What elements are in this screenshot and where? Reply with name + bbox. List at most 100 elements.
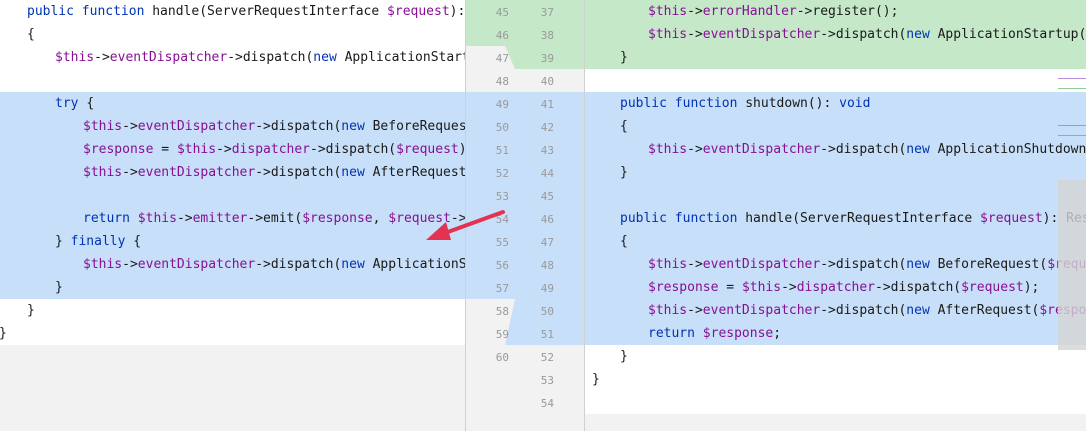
- code-line[interactable]: [584, 184, 1086, 207]
- code-line[interactable]: $this->eventDispatcher->dispatch(new App…: [584, 138, 1086, 161]
- line-number: 37: [540, 6, 554, 19]
- code-line[interactable]: }: [0, 299, 465, 322]
- code-line[interactable]: {: [584, 115, 1086, 138]
- code-token: ->dispatch(: [227, 50, 314, 65]
- code-line[interactable]: {: [584, 230, 1086, 253]
- code-token: ->: [687, 4, 703, 19]
- code-token: ):: [449, 4, 465, 19]
- line-number: 54: [495, 213, 509, 226]
- line-number: 54: [540, 397, 554, 410]
- code-line[interactable]: $this->eventDispatcher->dispatch(new Aft…: [0, 161, 465, 184]
- line-number: 58: [495, 305, 509, 318]
- code-line[interactable]: $response = $this->dispatcher->dispatch(…: [584, 276, 1086, 299]
- code-line[interactable]: }: [0, 322, 465, 345]
- code-line[interactable]: return $response;: [584, 322, 1086, 345]
- code-line[interactable]: $this->eventDispatcher->dispatch(new App…: [0, 253, 465, 276]
- code-line[interactable]: try {: [0, 92, 465, 115]
- code-token: $this: [648, 257, 688, 272]
- code-token: }: [620, 165, 628, 180]
- code-line[interactable]: $this->eventDispatcher->dispatch(new App…: [584, 23, 1086, 46]
- code-token: $this: [648, 303, 688, 318]
- code-token: eventDispatcher: [702, 257, 821, 272]
- scrollbar-thumb[interactable]: [1058, 180, 1086, 350]
- line-number: 41: [540, 98, 554, 111]
- code-token: return: [83, 211, 138, 226]
- code-text: $this->eventDispatcher->dispatch(new Aft…: [648, 299, 1086, 322]
- line-number: 52: [495, 167, 509, 180]
- code-token: ApplicationStartup()): [344, 50, 465, 65]
- code-line[interactable]: [0, 184, 465, 207]
- code-line[interactable]: }: [584, 46, 1086, 69]
- code-line[interactable]: public function shutdown(): void: [584, 92, 1086, 115]
- code-token: }: [620, 349, 628, 364]
- code-token: ->: [216, 142, 232, 157]
- line-number: 60: [495, 351, 509, 364]
- code-line[interactable]: }: [584, 161, 1086, 184]
- left-editor-pane[interactable]: }}} $this->eventDispatcher->dispatch(new …: [0, 0, 465, 431]
- code-line[interactable]: public function handle(ServerRequestInte…: [584, 207, 1086, 230]
- code-token: ->: [122, 257, 138, 272]
- code-line[interactable]: {: [0, 23, 465, 46]
- code-text: }: [592, 368, 600, 391]
- code-line[interactable]: [584, 69, 1086, 92]
- code-line[interactable]: }: [0, 276, 465, 299]
- code-token: emitter: [192, 211, 248, 226]
- code-line[interactable]: $this->eventDispatcher->dispatch(new Bef…: [0, 115, 465, 138]
- code-token: $this: [176, 142, 217, 157]
- code-line[interactable]: $response = $this->dispatcher->dispatch(…: [0, 138, 465, 161]
- code-line[interactable]: $this->eventDispatcher->dispatch(new Aft…: [584, 299, 1086, 322]
- scroll-marker: [1058, 88, 1086, 89]
- code-token: eventDispatcher: [109, 50, 228, 65]
- code-token: dispatcher: [231, 142, 311, 157]
- code-text: $this->eventDispatcher->dispatch(new Bef…: [83, 115, 465, 138]
- code-token: ->: [94, 50, 110, 65]
- code-token: BeforeRequest(: [372, 119, 465, 134]
- pane-divider[interactable]: [465, 0, 466, 431]
- line-number: 51: [540, 328, 554, 341]
- code-line[interactable]: $this->eventDispatcher->dispatch(new App…: [0, 46, 465, 69]
- diff-gutter: 45 46 47 48 49 50 51 52 53 54 55 56 57 58 59 60 37 38 39 40…: [465, 0, 584, 431]
- right-editor-pane[interactable]: }} return $response; $this->eventDispatche…: [584, 0, 1086, 431]
- code-token: finally: [70, 234, 134, 249]
- code-text: {: [27, 23, 35, 46]
- code-token: ->getMe: [450, 211, 465, 226]
- code-text: $this->eventDispatcher->dispatch(new App…: [648, 23, 1086, 46]
- code-token: }: [0, 326, 7, 341]
- pane-divider[interactable]: [584, 0, 585, 431]
- code-token: $response: [302, 211, 373, 226]
- code-token: new: [906, 257, 938, 272]
- code-token: ApplicationStartup());: [937, 27, 1086, 42]
- code-token: ->register();: [796, 4, 899, 19]
- code-line[interactable]: [584, 391, 1086, 414]
- code-text: }: [620, 345, 628, 368]
- code-token: new: [341, 257, 373, 272]
- code-text: }: [27, 299, 35, 322]
- line-number: 46: [495, 29, 509, 42]
- code-line[interactable]: public function handle(ServerRequestInte…: [0, 0, 465, 23]
- code-token: $this: [55, 50, 95, 65]
- code-token: $request: [387, 4, 450, 19]
- code-token: ->dispatch(: [820, 27, 907, 42]
- line-number: 56: [495, 259, 509, 272]
- line-number: 49: [495, 98, 509, 111]
- code-line[interactable]: }: [584, 368, 1086, 391]
- code-token: ApplicationShutdo: [372, 257, 465, 272]
- line-number: 53: [495, 190, 509, 203]
- code-line[interactable]: }: [584, 345, 1086, 368]
- code-line[interactable]: } finally {: [0, 230, 465, 253]
- line-number: 49: [540, 282, 554, 295]
- code-line[interactable]: [0, 69, 465, 92]
- code-token: eventDispatcher: [137, 165, 256, 180]
- code-text: try {: [55, 92, 94, 115]
- code-line[interactable]: $this->eventDispatcher->dispatch(new Bef…: [584, 253, 1086, 276]
- code-text: }: [620, 161, 628, 184]
- code-token: {: [86, 96, 95, 111]
- code-line[interactable]: $this->errorHandler->register();: [584, 0, 1086, 23]
- line-number: 52: [540, 351, 554, 364]
- line-number: 45: [540, 190, 554, 203]
- code-token: {: [620, 234, 628, 249]
- code-token: eventDispatcher: [702, 303, 821, 318]
- code-token: ->dispatch(: [310, 142, 397, 157]
- code-line[interactable]: return $this->emitter->emit($response, $…: [0, 207, 465, 230]
- code-token: eventDispatcher: [137, 257, 256, 272]
